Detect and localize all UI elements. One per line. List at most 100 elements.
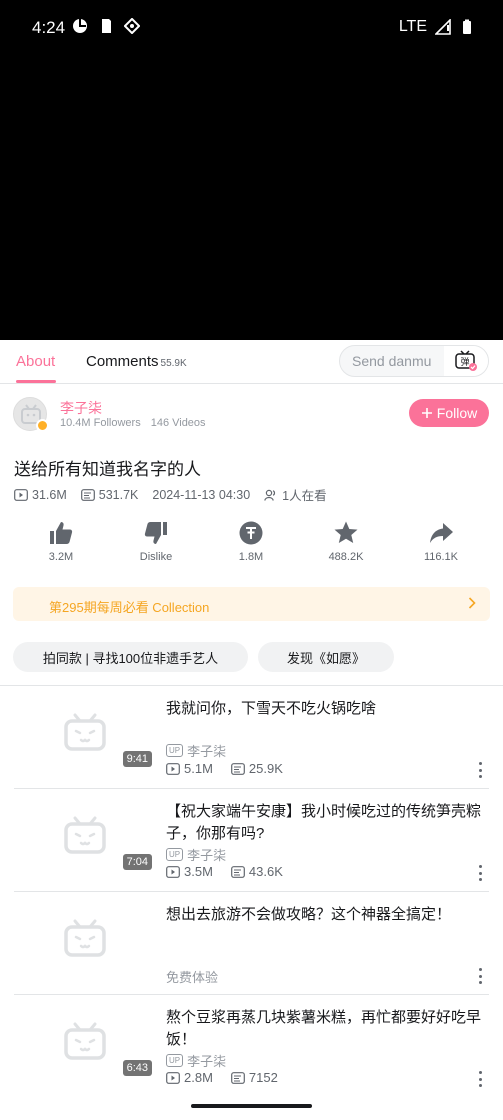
recommended-danmaku-count: 7152 [248,1070,278,1085]
viewers-icon [264,489,276,501]
recommended-view-count: 5.1M [184,761,213,776]
danmu-input[interactable]: Send danmu [352,353,447,369]
chevron-right-icon [468,597,476,609]
danmu-icon-label: 弹 [460,356,469,368]
recommended-video-stats: 5.1M 25.9K [166,761,283,776]
tab-about[interactable]: About [16,353,55,370]
follow-label: Follow [436,405,478,421]
favorite-count: 488.2K [328,551,364,563]
recommended-video-stats: 3.5M 43.6K [166,864,283,879]
danmaku-count-icon [231,1071,245,1084]
more-options-icon[interactable] [475,1071,485,1087]
publish-date: 2024-11-13 04:30 [152,487,251,502]
recommended-video-title: 熬个豆浆再蒸几块紫薯米糕，再忙都要好好吃早饭！ [166,1009,482,1048]
favorite-button[interactable]: 488.2K [306,520,386,563]
tab-active-indicator [16,380,56,383]
sync-icon [73,19,87,33]
status-time: 4:24 [32,18,66,37]
danmaku-count: 531.7K [98,487,139,502]
collection-banner[interactable]: 第295期每周必看 Collection [13,587,490,621]
danmaku-count-icon [80,488,95,501]
coin-button[interactable]: 1.8M [211,520,291,563]
status-bar: 4:24 LTE [0,0,503,56]
tag-chip[interactable]: 拍同款 | 寻找100位非遗手艺人 [13,642,248,672]
ad-thumbnail[interactable] [14,900,154,978]
more-options-icon[interactable] [475,865,485,881]
recommended-uploader-name: 李子柒 [187,744,227,759]
watching-now: 1人在看 [282,489,327,503]
video-title: 送给所有知道我名字的人 [14,460,201,479]
more-options-icon[interactable] [475,968,485,984]
signal-icon [435,19,451,35]
plus-icon [421,408,432,418]
recommended-video-uploader: UP 李子柒 [166,845,226,864]
up-tag-icon: UP [166,1054,184,1067]
view-count: 31.6M [32,487,67,502]
recommended-ad-item[interactable]: 想出去旅游不会做攻略？这个神器全搞定！ 免费体验 [0,892,503,995]
uploader-videos: 146 Videos [150,417,206,429]
recommended-video-stats: 2.8M 7152 [166,1070,278,1085]
video-thumbnail[interactable]: 9:41 [14,694,154,772]
like-count: 3.2M [48,551,74,563]
recommended-video-item[interactable]: 7:04 【祝大家端午安康】我小时候吃过的传统笋壳粽子，你那有吗? UP 李子柒 … [0,789,503,892]
danmaku-count-icon [231,865,245,878]
recommended-video-title: 我就问你，下雪天不吃火锅吃啥 [166,700,377,717]
video-duration: 9:41 [122,751,152,767]
play-count-icon [166,865,180,878]
tab-comments-label: Comments [86,353,159,370]
bilibili-placeholder-icon [64,713,106,751]
coin-count: 1.8M [238,551,264,563]
like-button[interactable]: 3.2M [21,520,101,563]
video-duration: 6:43 [122,1060,152,1076]
uploader-followers: 10.4M Followers [60,417,141,429]
share-count: 116.1K [423,551,459,563]
action-bar: 3.2M Dislike 1.8M 488.2K 116.1K [0,520,503,570]
thumbs-down-icon [144,522,167,544]
recommended-danmaku-count: 43.6K [248,864,283,879]
coin-icon [239,521,263,545]
thumbs-up-icon [50,522,73,544]
video-stats: 31.6M 531.7K 2024-11-13 04:30 1人在看 [14,485,327,504]
uploader-meta: 10.4M Followers 146 Videos [60,417,206,429]
tab-comments[interactable]: Comments 55.9K [86,353,187,370]
vpn-icon [124,18,140,34]
video-duration: 7:04 [122,854,152,870]
uploader-name[interactable]: 李子柒 [60,398,102,418]
dislike-button[interactable]: Dislike [116,520,196,563]
recommended-video-title: 【祝大家端午安康】我小时候吃过的传统笋壳粽子，你那有吗? [166,803,482,842]
home-indicator[interactable] [191,1104,312,1108]
up-tag-icon: UP [166,848,184,861]
ad-title: 想出去旅游不会做攻略？这个神器全搞定！ [166,906,452,923]
recommended-video-uploader: UP 李子柒 [166,1051,226,1070]
network-type: LTE [398,18,427,35]
recommended-video-item[interactable]: 6:43 熬个豆浆再蒸几块紫薯米糕，再忙都要好好吃早饭！ UP 李子柒 2.8M … [0,995,503,1098]
collection-label: 第295期每周必看 Collection [49,600,210,615]
video-thumbnail[interactable]: 7:04 [14,797,154,875]
up-tag-icon: UP [166,744,184,757]
play-count-icon [14,488,28,501]
recommended-video-uploader: UP 李子柒 [166,741,226,760]
follow-button[interactable]: Follow [409,399,489,427]
battery-icon [463,19,471,34]
play-count-icon [166,1071,180,1084]
recommended-uploader-name: 李子柒 [187,848,227,863]
tag-chip[interactable]: 发现《如愿》 [258,642,394,672]
danmu-icon: 弹 [455,350,477,371]
ad-label[interactable]: 免费体验 [166,967,218,986]
danmaku-count-icon [231,762,245,775]
share-button[interactable]: 116.1K [401,520,481,563]
play-count-icon [166,762,180,775]
recommended-view-count: 3.5M [184,864,213,879]
more-options-icon[interactable] [475,762,485,778]
danmu-input-box[interactable]: Send danmu 弹 [339,345,489,377]
recommended-video-item[interactable]: 9:41 我就问你，下雪天不吃火锅吃啥 UP 李子柒 5.1M 25.9K [0,686,503,789]
video-thumbnail[interactable]: 6:43 [14,1003,154,1081]
recommended-view-count: 2.8M [184,1070,213,1085]
share-icon [430,523,453,543]
comments-count: 55.9K [160,358,187,369]
sd-card-icon [102,19,111,33]
bilibili-placeholder-icon [64,816,106,854]
danmu-toggle-button[interactable]: 弹 [444,346,488,376]
recommended-danmaku-count: 25.9K [248,761,283,776]
bilibili-placeholder-icon [64,1022,106,1060]
